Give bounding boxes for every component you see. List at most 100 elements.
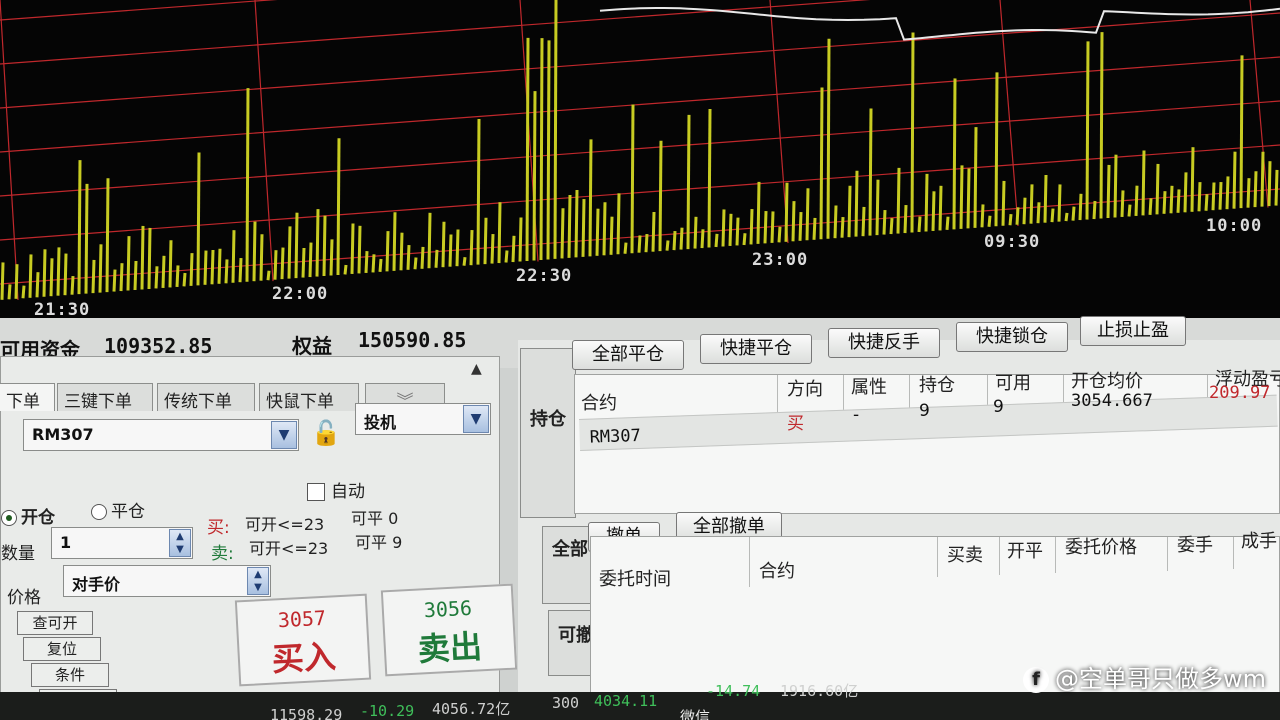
buy-button[interactable]: 3057 买入 (234, 593, 372, 687)
volume-bar (343, 264, 348, 275)
price-type-select[interactable]: 对手价 ▲ ▼ (63, 565, 271, 597)
volume-bar (1015, 207, 1020, 225)
col-filled-qty: 成手 (1241, 531, 1277, 552)
volume-bar (581, 199, 586, 257)
chevron-down-icon[interactable]: ▼ (463, 405, 489, 433)
open-radio[interactable]: 开仓 (1, 503, 55, 528)
price-line (599, 7, 1280, 41)
volume-bar (266, 270, 271, 281)
quick-reverse-button[interactable]: 快捷反手 (828, 328, 940, 358)
volume-bar (441, 221, 446, 268)
volume-bar (1085, 41, 1090, 220)
volume-bar (777, 226, 782, 243)
close-all-button[interactable]: 全部平仓 (572, 340, 684, 370)
tab-order[interactable]: 下单 (0, 383, 55, 412)
volume-bar (700, 229, 705, 249)
volume-bar (357, 225, 362, 274)
quick-close-button[interactable]: 快捷平仓 (700, 334, 812, 364)
volume-bar (448, 234, 453, 267)
qty-input[interactable]: 1 ▲ ▼ (51, 527, 193, 559)
row-avg-price: 3054.667 (1071, 391, 1153, 411)
volume-bar (840, 216, 845, 238)
row-direction: 买 (787, 414, 804, 434)
volume-bar (476, 118, 481, 265)
query-openable-button[interactable]: 查可开 (17, 611, 93, 635)
buy-open-available: 可开<=23 (245, 515, 325, 534)
stop-loss-take-profit-button[interactable]: 止损止盈 (1080, 316, 1186, 346)
ticker-change: -14.74 (706, 682, 761, 700)
volume-bar (1113, 154, 1118, 218)
equity-label: 权益 (292, 334, 332, 358)
contract-select[interactable]: RM307 ▼ (23, 419, 299, 451)
column-divider (749, 537, 750, 587)
volume-bar (861, 206, 866, 237)
col-hold: 持仓 (919, 375, 955, 396)
volume-bar (917, 216, 922, 233)
volume-bar (14, 264, 19, 299)
volume-bar (1071, 206, 1076, 221)
hedge-type-select[interactable]: 投机 ▼ (355, 403, 491, 435)
volume-bar (210, 249, 215, 285)
volume-bar (1099, 32, 1104, 219)
volume-bar (1078, 193, 1083, 221)
reset-button[interactable]: 复位 (23, 637, 101, 661)
volume-bar (63, 253, 68, 296)
volume-bar (42, 249, 47, 297)
time-label: 21:30 (34, 300, 91, 320)
ticker-amount: 1916.60亿 (780, 682, 859, 700)
spinner-icon[interactable]: ▲ ▼ (169, 529, 191, 557)
column-divider (1167, 537, 1168, 571)
row-contract: RM307 (589, 425, 642, 448)
sell-close-available: 可平 9 (355, 533, 403, 552)
volume-bar (798, 212, 803, 241)
chevron-down-icon[interactable]: ▼ (271, 421, 297, 449)
spinner-icon[interactable]: ▲ ▼ (247, 567, 269, 595)
qty-value: 1 (60, 533, 72, 552)
volume-bar (420, 246, 425, 269)
volume-bar (133, 260, 138, 291)
ticker-amount: 4056.72亿 (432, 700, 511, 718)
volume-bar (455, 229, 460, 267)
volume-bar (301, 247, 306, 278)
volume-bar (742, 233, 747, 246)
time-label: 23:00 (752, 250, 809, 270)
tab-quick-mouse-order[interactable]: 快鼠下单 (259, 383, 359, 412)
volume-bar (1106, 164, 1111, 219)
order-entry-panel: 下单 三键下单 传统下单 快鼠下单 ︾ ▲ RM307 ▼ 🔓 投机 ▼ 开仓 … (0, 356, 518, 720)
col-available: 可用 (995, 373, 1031, 394)
volume-bar (987, 215, 992, 227)
volume-bar (1134, 185, 1139, 216)
quick-lock-button[interactable]: 快捷锁仓 (956, 322, 1068, 352)
volume-bar (1001, 180, 1006, 226)
time-label: 22:00 (272, 284, 329, 304)
positions-side-label: 持仓 (530, 409, 566, 430)
volume-bar (875, 179, 880, 236)
tab-positions[interactable]: 持仓 (520, 348, 576, 518)
volume-bar (553, 0, 558, 259)
tab-three-key-order[interactable]: 三键下单 (57, 383, 153, 412)
volume-bar (392, 212, 397, 271)
grid-line (254, 0, 274, 282)
tab-classic-order[interactable]: 传统下单 (157, 383, 255, 412)
lock-icon[interactable]: 🔓 (311, 419, 341, 447)
volume-bar (140, 225, 145, 290)
volume-bar (385, 231, 390, 272)
auto-checkbox[interactable]: 自动 (307, 477, 365, 502)
sell-button[interactable]: 3056 卖出 (380, 583, 518, 677)
close-radio[interactable]: 平仓 (91, 497, 145, 522)
volume-bar (959, 165, 964, 229)
volume-bar (308, 242, 313, 278)
column-divider (937, 537, 938, 577)
condition-button[interactable]: 条件 (31, 663, 109, 687)
collapse-icon[interactable]: ▲ (471, 361, 482, 377)
volume-bar (539, 38, 544, 260)
intraday-chart: 21:30 22:00 22:30 23:00 09:30 10:00 (0, 0, 1280, 330)
volume-bar (693, 216, 698, 249)
volume-bar (126, 236, 131, 291)
col-open-close: 开平 (1007, 541, 1043, 562)
volume-bar (1036, 202, 1041, 224)
volume-bar (1260, 151, 1265, 207)
volume-bar (1029, 184, 1034, 224)
volume-bar (161, 255, 166, 288)
chart-canvas (0, 0, 1280, 301)
